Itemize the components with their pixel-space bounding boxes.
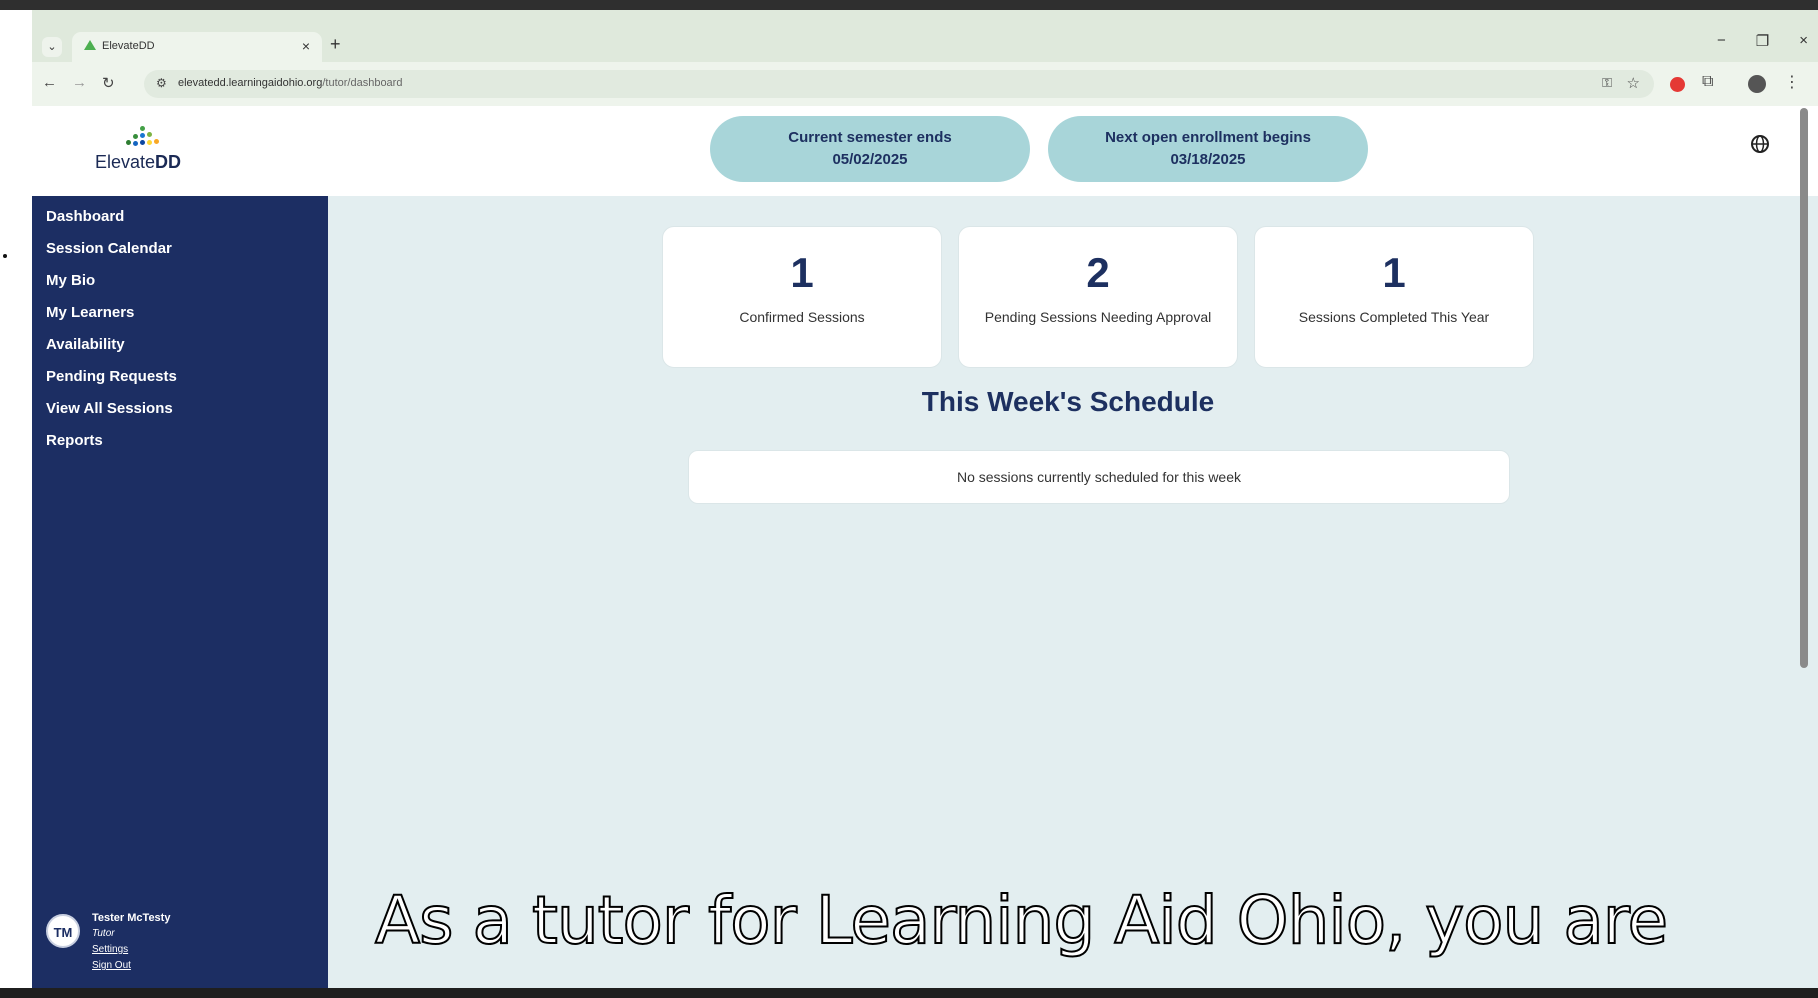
sidebar-item-my-bio[interactable]: My Bio — [46, 272, 95, 289]
window-controls: − ❐ × — [1717, 32, 1808, 50]
avatar: TM — [46, 914, 80, 948]
sidebar-item-my-learners[interactable]: My Learners — [46, 304, 134, 321]
settings-link[interactable]: Settings — [92, 944, 128, 955]
stat-value: 2 — [1086, 249, 1110, 296]
address-bar[interactable]: ⚙ elevatedd.learningaidohio.org/tutor/da… — [144, 70, 1654, 98]
window-close-icon[interactable]: × — [1799, 32, 1808, 50]
stat-card-confirmed[interactable]: 1 Confirmed Sessions — [662, 226, 942, 368]
new-tab-button[interactable]: + — [330, 34, 341, 55]
extensions-puzzle-icon[interactable]: ⧉ — [1702, 73, 1713, 91]
restore-icon[interactable]: ❐ — [1756, 32, 1769, 50]
bookmark-star-icon[interactable]: ☆ — [1627, 74, 1640, 92]
profile-avatar-icon[interactable] — [1748, 75, 1766, 93]
user-name: Tester McTesty — [92, 912, 171, 924]
main-content: 1 Confirmed Sessions 2 Pending Sessions … — [328, 196, 1818, 988]
enrollment-begin-pill: Next open enrollment begins 03/18/2025 — [1048, 116, 1368, 182]
url-text[interactable]: elevatedd.learningaidohio.org/tutor/dash… — [178, 77, 402, 89]
logo-text: ElevateDD — [94, 152, 182, 172]
tab-search-icon[interactable]: ⌄ — [42, 37, 62, 57]
reload-icon[interactable]: ↻ — [102, 74, 115, 92]
sidebar-item-dashboard[interactable]: Dashboard — [46, 208, 124, 225]
video-frame-bottom — [0, 988, 1818, 998]
sidebar-item-reports[interactable]: Reports — [46, 432, 103, 449]
url-path: /tutor/dashboard — [322, 77, 403, 89]
site-info-icon[interactable]: ⚙ — [156, 76, 167, 90]
sidebar-item-session-calendar[interactable]: Session Calendar — [46, 240, 172, 257]
extension-icon[interactable] — [1670, 77, 1685, 92]
tab-strip: ⌄ ElevateDD × + − ❐ × — [32, 10, 1818, 62]
schedule-title: This Week's Schedule — [921, 386, 1215, 417]
stat-label: Confirmed Sessions — [739, 309, 865, 325]
password-key-icon[interactable]: ⚿ — [1602, 75, 1612, 91]
tab-title: ElevateDD — [102, 40, 155, 52]
minimize-icon[interactable]: − — [1717, 32, 1726, 50]
stray-dot — [3, 254, 7, 258]
semester-end-date: 05/02/2025 — [832, 151, 908, 168]
video-caption: As a tutor for Learning Aid Ohio, you ar… — [374, 881, 1669, 960]
sign-out-link[interactable]: Sign Out — [92, 960, 131, 971]
semester-end-label: Current semester ends — [788, 129, 952, 146]
browser-window: ⌄ ElevateDD × + − ❐ × ← → ↻ ⚙ elevatedd.… — [32, 10, 1818, 988]
enrollment-label: Next open enrollment begins — [1105, 129, 1311, 146]
video-frame-top — [0, 0, 1818, 10]
enrollment-date: 03/18/2025 — [1170, 151, 1246, 168]
schedule-empty-message: No sessions currently scheduled for this… — [956, 469, 1242, 485]
browser-menu-icon[interactable]: ⋮ — [1784, 72, 1800, 92]
sidebar-item-pending-requests[interactable]: Pending Requests — [46, 368, 177, 385]
stat-value: 1 — [1382, 249, 1406, 296]
stat-card-completed[interactable]: 1 Sessions Completed This Year — [1254, 226, 1534, 368]
stat-label: Sessions Completed This Year — [1298, 309, 1490, 325]
favicon-icon — [84, 40, 96, 50]
back-icon[interactable]: ← — [42, 74, 57, 91]
user-profile: TM Tester McTesty Tutor Settings Sign Ou… — [46, 908, 316, 988]
elevatedd-logo[interactable]: ElevateDD — [88, 118, 188, 180]
sidebar: Dashboard Session Calendar My Bio My Lea… — [32, 196, 328, 988]
user-role: Tutor — [92, 928, 115, 939]
url-host: elevatedd.learningaidohio.org — [178, 77, 323, 89]
sidebar-item-availability[interactable]: Availability — [46, 336, 125, 353]
globe-icon[interactable] — [1750, 134, 1770, 160]
browser-toolbar: ← → ↻ ⚙ elevatedd.learningaidohio.org/tu… — [32, 62, 1818, 107]
semester-end-pill: Current semester ends 05/02/2025 — [710, 116, 1030, 182]
stat-value: 1 — [790, 249, 814, 296]
stat-card-pending[interactable]: 2 Pending Sessions Needing Approval — [958, 226, 1238, 368]
sidebar-item-view-all-sessions[interactable]: View All Sessions — [46, 400, 173, 417]
tab-close-icon[interactable]: × — [302, 38, 310, 54]
stat-label: Pending Sessions Needing Approval — [984, 309, 1212, 325]
schedule-empty-state: No sessions currently scheduled for this… — [688, 450, 1510, 504]
logo-mark-icon — [118, 118, 159, 150]
forward-icon[interactable]: → — [72, 74, 87, 91]
browser-tab[interactable]: ElevateDD × — [72, 32, 322, 62]
vertical-scrollbar[interactable] — [1800, 108, 1808, 668]
app-header: ElevateDD Current semester ends 05/02/20… — [32, 106, 1818, 196]
